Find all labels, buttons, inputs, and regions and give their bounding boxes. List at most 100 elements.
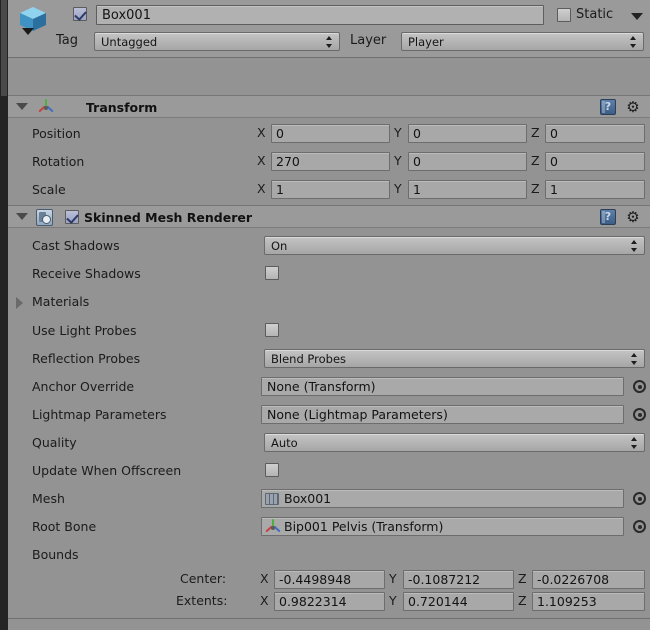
bounds-center-x-input[interactable]: -0.4498948 xyxy=(274,570,385,589)
position-y-input[interactable]: 0 xyxy=(408,124,527,143)
transform-axis-icon xyxy=(38,99,54,115)
position-y-axis-label: Y xyxy=(394,125,402,140)
lightmap-parameters-label: Lightmap Parameters xyxy=(32,407,167,422)
bounds-row: Bounds xyxy=(8,544,650,566)
help-book-icon[interactable] xyxy=(600,209,616,225)
chevron-updown-icon xyxy=(631,239,638,252)
layer-label: Layer xyxy=(350,33,387,48)
bounds-center-label: Center: xyxy=(180,571,227,586)
tag-label: Tag xyxy=(56,33,79,48)
rotation-y-input[interactable]: 0 xyxy=(408,152,527,171)
cast-shadows-dropdown[interactable]: On xyxy=(264,236,645,255)
inspector-panel: Box001 Static Tag Untagged Layer Player … xyxy=(8,0,650,630)
root-bone-value: Bip001 Pelvis (Transform) xyxy=(284,519,444,534)
quality-label: Quality xyxy=(32,435,77,450)
anchor-override-row: Anchor Override None (Transform) xyxy=(8,376,650,398)
transform-rotation-row: Rotation X 270 Y 0 Z 0 xyxy=(8,151,650,173)
static-label: Static xyxy=(576,7,614,22)
use-light-probes-row: Use Light Probes xyxy=(8,320,650,342)
mesh-object-field[interactable]: Box001 xyxy=(261,489,624,508)
transform-scale-row: Scale X 1 Y 1 Z 1 xyxy=(8,179,650,201)
transform-foldout-arrow[interactable] xyxy=(16,103,28,110)
gameobject-icon-dropdown-arrow[interactable] xyxy=(22,28,34,35)
scrollbar-thumb[interactable] xyxy=(1,0,7,96)
reflection-probes-dropdown[interactable]: Blend Probes xyxy=(264,349,645,368)
settings-gear-icon[interactable]: ⚙ xyxy=(625,99,641,115)
rotation-label: Rotation xyxy=(32,154,85,169)
static-checkbox[interactable] xyxy=(557,8,571,22)
use-light-probes-checkbox[interactable] xyxy=(265,323,279,337)
chevron-updown-icon xyxy=(631,436,638,449)
quality-row: Quality Auto xyxy=(8,432,650,454)
cast-shadows-label: Cast Shadows xyxy=(32,238,120,253)
anchor-override-label: Anchor Override xyxy=(32,379,135,394)
position-x-input[interactable]: 0 xyxy=(271,124,390,143)
bounds-center-y-input[interactable]: -0.1087212 xyxy=(403,570,514,589)
skinned-mesh-renderer-enabled-checkbox[interactable] xyxy=(65,210,79,224)
bounds-center-y-axis-label: Y xyxy=(389,571,397,586)
anchor-override-object-field[interactable]: None (Transform) xyxy=(261,377,624,396)
tag-dropdown[interactable]: Untagged xyxy=(94,32,340,51)
bounds-center-z-input[interactable]: -0.0226708 xyxy=(532,570,645,589)
root-bone-row: Root Bone Bip001 Pelvis (Transform) xyxy=(8,516,650,538)
rotation-z-axis-label: Z xyxy=(531,153,540,168)
skinned-mesh-renderer-foldout-arrow[interactable] xyxy=(16,213,28,220)
mesh-value: Box001 xyxy=(284,491,332,506)
root-bone-object-field[interactable]: Bip001 Pelvis (Transform) xyxy=(261,517,624,536)
position-z-input[interactable]: 0 xyxy=(545,124,645,143)
bounds-center-x-axis-label: X xyxy=(260,571,269,586)
rotation-z-input[interactable]: 0 xyxy=(545,152,645,171)
chevron-updown-icon xyxy=(630,35,637,48)
rotation-x-axis-label: X xyxy=(257,153,266,168)
scale-y-input[interactable]: 1 xyxy=(408,180,527,199)
quality-dropdown[interactable]: Auto xyxy=(264,433,645,452)
mesh-picker-icon[interactable] xyxy=(633,492,646,505)
gameobject-header: Box001 Static Tag Untagged Layer Player xyxy=(8,0,650,58)
rotation-x-input[interactable]: 270 xyxy=(271,152,390,171)
help-book-icon[interactable] xyxy=(600,99,616,115)
bounds-extents-y-axis-label: Y xyxy=(389,593,397,608)
settings-gear-icon[interactable]: ⚙ xyxy=(625,209,641,225)
update-when-offscreen-row: Update When Offscreen xyxy=(8,460,650,482)
skinned-mesh-renderer-component-header[interactable]: Skinned Mesh Renderer ⚙ xyxy=(8,205,650,228)
bounds-extents-row: Extents: X 0.9822314 Y 0.720144 Z 1.1092… xyxy=(8,590,650,612)
chevron-updown-icon xyxy=(326,35,333,48)
materials-foldout-arrow[interactable] xyxy=(16,297,23,309)
transform-component-header[interactable]: Transform ⚙ xyxy=(8,95,650,118)
materials-label: Materials xyxy=(32,294,90,309)
lightmap-parameters-object-field[interactable]: None (Lightmap Parameters) xyxy=(261,405,624,424)
lightmap-parameters-picker-icon[interactable] xyxy=(633,408,646,421)
root-bone-picker-icon[interactable] xyxy=(633,520,646,533)
anchor-override-picker-icon[interactable] xyxy=(633,380,646,393)
update-when-offscreen-label: Update When Offscreen xyxy=(32,463,182,478)
tag-value: Untagged xyxy=(101,35,158,49)
rotation-y-axis-label: Y xyxy=(394,153,402,168)
gameobject-name-input[interactable]: Box001 xyxy=(96,5,544,25)
bounds-extents-z-axis-label: Z xyxy=(518,593,527,608)
update-when-offscreen-checkbox[interactable] xyxy=(265,463,279,477)
materials-row[interactable]: Materials xyxy=(8,291,650,313)
bounds-center-z-axis-label: Z xyxy=(518,571,527,586)
gameobject-enabled-checkbox[interactable] xyxy=(73,7,87,21)
receive-shadows-checkbox[interactable] xyxy=(265,266,279,280)
mesh-row: Mesh Box001 xyxy=(8,488,650,510)
position-x-axis-label: X xyxy=(257,125,266,140)
reflection-probes-label: Reflection Probes xyxy=(32,351,141,366)
scale-y-axis-label: Y xyxy=(394,181,402,196)
bounds-extents-y-input[interactable]: 0.720144 xyxy=(403,592,514,611)
bounds-label: Bounds xyxy=(32,547,79,562)
scale-x-input[interactable]: 1 xyxy=(271,180,390,199)
bounds-extents-x-axis-label: X xyxy=(260,593,269,608)
receive-shadows-row: Receive Shadows xyxy=(8,263,650,285)
receive-shadows-label: Receive Shadows xyxy=(32,266,141,281)
inspector-scrollbar[interactable] xyxy=(0,0,8,630)
layer-dropdown[interactable]: Player xyxy=(401,32,644,51)
static-dropdown-arrow[interactable] xyxy=(631,13,643,20)
unity-inspector-window: Box001 Static Tag Untagged Layer Player … xyxy=(0,0,650,630)
scale-z-input[interactable]: 1 xyxy=(545,180,645,199)
bounds-extents-x-input[interactable]: 0.9822314 xyxy=(274,592,385,611)
scale-z-axis-label: Z xyxy=(531,181,540,196)
bounds-extents-z-input[interactable]: 1.109253 xyxy=(532,592,645,611)
mesh-icon xyxy=(265,492,280,507)
position-z-axis-label: Z xyxy=(531,125,540,140)
